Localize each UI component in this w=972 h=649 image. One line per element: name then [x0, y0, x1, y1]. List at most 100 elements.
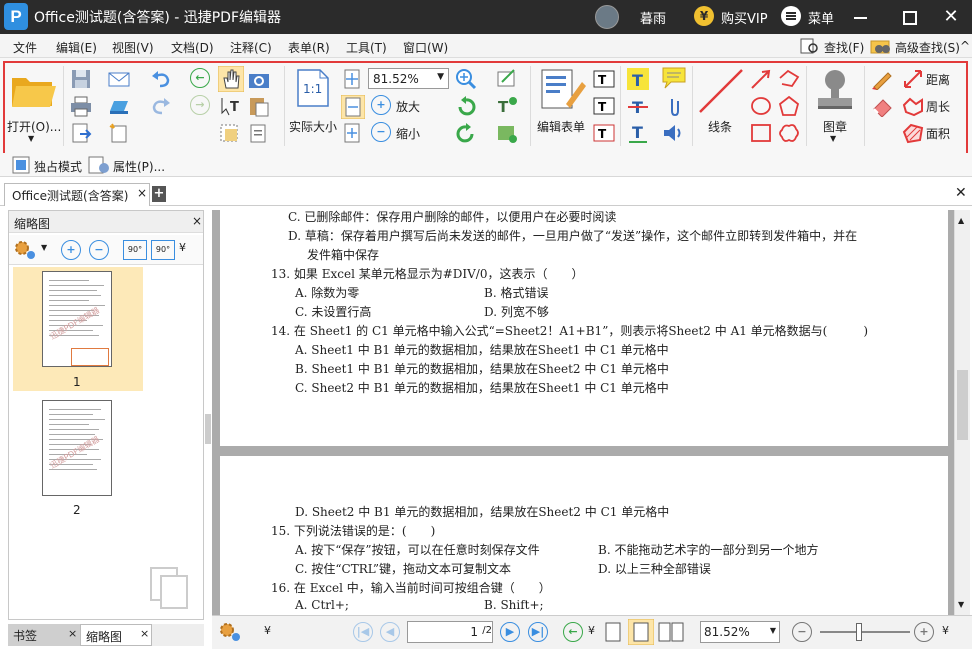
two-page-icon[interactable] [658, 622, 684, 642]
properties-button[interactable]: 属性(P)... [113, 158, 165, 175]
doc-line: A. 按下“保存”按钮，可以在任意时刻保存文件 [295, 543, 540, 557]
pages-placeholder-icon [150, 567, 188, 609]
menu-bar: 文件 编辑(E) 视图(V) 文档(D) 注释(C) 表单(R) 工具(T) 窗… [0, 34, 972, 58]
thumb-zoom-out-icon[interactable]: − [89, 240, 109, 260]
doc-line: 13. 如果 Excel 某单元格显示为#DIV/0，这表示（ ） [271, 267, 584, 281]
ribbon-highlight-box [3, 61, 968, 159]
status-zoom-value: 81.52% [704, 625, 750, 639]
thumbnail-page-1[interactable]: 迅捷PDF编辑器 [42, 271, 112, 367]
add-tab-button[interactable]: + [152, 186, 166, 202]
first-page-icon[interactable]: |◀ [353, 622, 373, 642]
tab-document-label: Office测试题(含答案) [12, 189, 129, 203]
status-more-icon[interactable]: ¥ [264, 624, 271, 637]
gear-icon[interactable] [218, 621, 242, 643]
history-back-icon[interactable]: ← [563, 622, 583, 642]
doc-line: B. Shift+; [484, 598, 544, 612]
buy-vip-button[interactable]: 购买VIP [721, 8, 768, 27]
user-avatar[interactable] [595, 5, 619, 29]
menu-view[interactable]: 视图(V) [112, 39, 154, 56]
zoom-slider-thumb[interactable] [856, 623, 862, 641]
thumbnail-page-1-label: 1 [73, 375, 81, 389]
username[interactable]: 暮雨 [640, 8, 666, 27]
thumbnail-page-2[interactable]: 迅捷PDF编辑器 [42, 400, 112, 496]
chevron-down-icon[interactable]: ▼ [770, 626, 776, 635]
single-page-icon[interactable] [605, 622, 621, 642]
page-number-value: 1 [470, 625, 478, 639]
doc-line: 14. 在 Sheet1 的 C1 单元格中输入公式“=Sheet2！A1+B1… [271, 324, 869, 338]
vip-coin-icon[interactable]: ¥ [694, 6, 714, 26]
more-icon[interactable]: ¥ [179, 241, 186, 254]
panel-close-icon[interactable]: × [192, 214, 202, 228]
pdf-page-1[interactable]: C. 已删除邮件：保存用户删除的邮件，以便用户在必要时阅读 D. 草稿：保存着用… [220, 210, 948, 446]
close-all-tabs-button[interactable]: ✕ [955, 185, 967, 201]
thumbnail-panel: 缩略图 × ▼ + − 90° 90° ¥ 迅捷PDF编辑器 1 迅捷PDF编辑… [8, 210, 204, 620]
menu-tools[interactable]: 工具(T) [346, 39, 387, 56]
vertical-scrollbar[interactable]: ▲ ▼ [954, 210, 970, 615]
close-window-button[interactable]: ✕ [940, 6, 962, 28]
last-page-icon[interactable]: ▶| [528, 622, 548, 642]
find-button[interactable]: 查找(F) [824, 39, 864, 56]
status-zoom-in-icon[interactable]: + [914, 622, 934, 642]
thumbnail-tools: ▼ + − 90° 90° ¥ [9, 235, 203, 265]
advanced-find-button[interactable]: 高级查找(S) [895, 39, 960, 56]
tab-document[interactable]: Office测试题(含答案) × [4, 183, 150, 206]
status-overflow-icon[interactable]: ¥ [942, 624, 949, 637]
doc-line: 15. 下列说法错误的是：( ) [271, 524, 436, 538]
window-title: Office测试题(含答案) - 迅捷PDF编辑器 [34, 10, 282, 26]
tab-thumbnails[interactable]: 缩略图 × [80, 624, 152, 646]
doc-line: A. Ctrl+; [295, 598, 349, 612]
rotate-page-left-icon[interactable]: 90° [123, 240, 147, 260]
thumbnail-panel-title: 缩略图 [14, 217, 51, 231]
next-page-icon[interactable]: ▶ [500, 622, 520, 642]
title-bar: P Office测试题(含答案) - 迅捷PDF编辑器 暮雨 ¥ 购买VIP 菜… [0, 0, 972, 34]
doc-line: A. Sheet1 中 B1 单元的数据相加，结果放在Sheet1 中 C1 单… [295, 343, 669, 357]
thumbnail-panel-header: 缩略图 × [9, 211, 203, 233]
doc-line: C. 已删除邮件：保存用户删除的邮件，以便用户在必要时阅读 [288, 210, 617, 224]
scroll-thumb[interactable] [957, 370, 968, 440]
visible-area-frame[interactable] [71, 348, 109, 366]
exclusive-mode-icon[interactable] [12, 156, 30, 174]
tab-close-icon[interactable]: × [68, 627, 77, 640]
exclusive-mode-button[interactable]: 独占模式 [34, 158, 82, 175]
advanced-find-icon[interactable] [870, 37, 892, 55]
find-icon[interactable] [800, 37, 820, 55]
doc-line: D. 草稿：保存着用户撰写后尚未发送的邮件，一旦用户做了“发送”操作，这个邮件立… [288, 229, 858, 243]
status-zoom-select[interactable]: 81.52% ▼ [700, 621, 780, 643]
pdf-page-2[interactable]: D. Sheet2 中 B1 单元的数据相加，结果放在Sheet2 中 C1 单… [220, 456, 948, 616]
document-view[interactable]: C. 已删除邮件：保存用户删除的邮件，以便用户在必要时阅读 D. 草稿：保存着用… [212, 210, 954, 616]
scroll-up-icon[interactable]: ▲ [958, 216, 964, 225]
status-bar: ¥ |◀ ◀ 1 /2 ▶ ▶| ← ¥ 81.52% ▼ − + ¥ [212, 615, 972, 649]
zoom-slider-track[interactable] [820, 631, 910, 633]
chevron-down-icon[interactable]: ▼ [41, 243, 47, 252]
collapse-ribbon-button[interactable]: ^ [960, 39, 970, 53]
tab-bookmarks[interactable]: 书签 × [8, 624, 80, 646]
thumbnail-page-2-label: 2 [73, 503, 81, 517]
menu-comment[interactable]: 注释(C) [230, 39, 272, 56]
maximize-button[interactable] [898, 6, 920, 28]
history-menu-icon[interactable]: ¥ [588, 624, 595, 637]
tab-close-icon[interactable]: × [140, 627, 149, 640]
tab-close-icon[interactable]: × [137, 186, 147, 200]
menu-form[interactable]: 表单(R) [288, 39, 330, 56]
properties-icon[interactable] [88, 156, 110, 174]
rotate-page-right-icon[interactable]: 90° [151, 240, 175, 260]
thumb-zoom-in-icon[interactable]: + [61, 240, 81, 260]
minimize-button[interactable] [850, 6, 872, 28]
tab-thumbnails-label: 缩略图 [86, 630, 123, 644]
menu-document[interactable]: 文档(D) [171, 39, 214, 56]
doc-line: 发件箱中保存 [307, 248, 380, 262]
gear-icon[interactable] [13, 239, 37, 261]
prev-page-icon[interactable]: ◀ [380, 622, 400, 642]
doc-line: D. 以上三种全部错误 [598, 562, 711, 576]
scroll-down-icon[interactable]: ▼ [958, 600, 964, 609]
menu-window[interactable]: 窗口(W) [403, 39, 448, 56]
menu-icon[interactable] [781, 6, 801, 26]
continuous-page-icon[interactable] [628, 619, 654, 645]
status-zoom-out-icon[interactable]: − [792, 622, 812, 642]
menu-edit[interactable]: 编辑(E) [56, 39, 97, 56]
menu-file[interactable]: 文件 [13, 39, 37, 56]
doc-line: A. 除数为零 [295, 286, 360, 300]
page-number-input[interactable]: 1 /2 [407, 621, 493, 643]
main-menu-button[interactable]: 菜单 [808, 8, 834, 27]
panel-splitter[interactable] [205, 414, 211, 444]
